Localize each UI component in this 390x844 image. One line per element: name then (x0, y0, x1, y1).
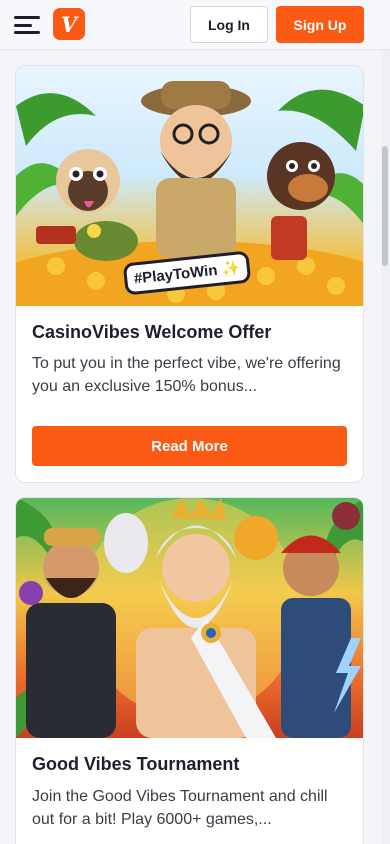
promo-card-good-vibes-tournament: Good Vibes Tournament Join the Good Vibe… (15, 497, 364, 844)
login-button[interactable]: Log In (190, 6, 268, 43)
promo-illustration (16, 498, 363, 738)
top-header: V Log In Sign Up (0, 0, 390, 50)
signup-button[interactable]: Sign Up (276, 6, 364, 43)
scrollbar-thumb[interactable] (382, 146, 388, 266)
hamburger-menu-icon[interactable] (14, 14, 42, 36)
promo-title: CasinoVibes Welcome Offer (32, 322, 272, 342)
casinovibes-logo[interactable]: V (53, 8, 85, 40)
promo-title: Good Vibes Tournament (32, 754, 240, 774)
read-more-button[interactable]: Read More (32, 426, 347, 466)
promo-image-tournament (16, 498, 363, 738)
promo-description: To put you in the perfect vibe, we're of… (32, 355, 341, 395)
promo-card-welcome-offer: #PlayToWin ✨ CasinoVibes Welcome Offer T… (15, 65, 364, 483)
promo-description: Join the Good Vibes Tournament and chill… (32, 788, 328, 828)
promo-image-welcome-offer: #PlayToWin ✨ (16, 66, 363, 306)
page-scrollbar[interactable] (381, 50, 390, 844)
